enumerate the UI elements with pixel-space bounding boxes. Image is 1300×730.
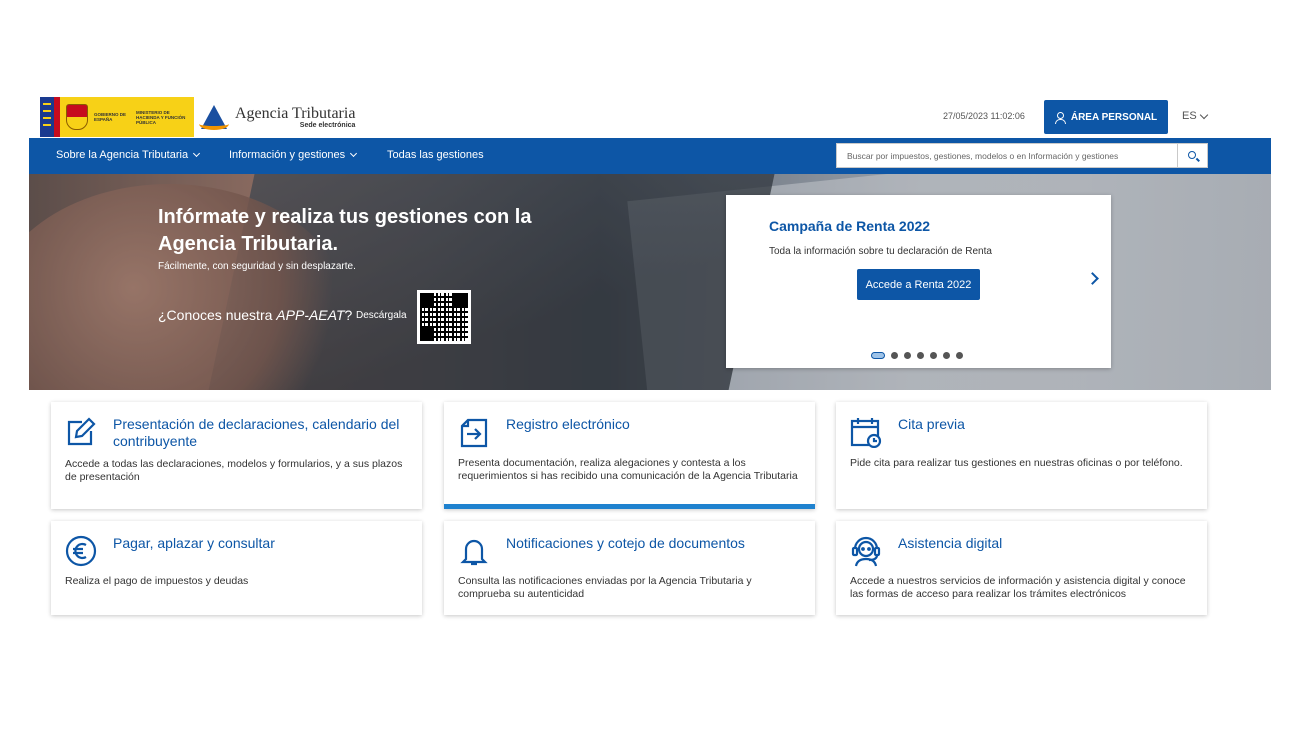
card-title: Asistencia digital [898, 535, 1003, 551]
card-title: Cita previa [898, 416, 965, 432]
language-label: ES [1182, 110, 1197, 122]
carousel-dot-2[interactable] [891, 352, 898, 359]
card-pagar[interactable]: Pagar, aplazar y consultar Realiza el pa… [51, 521, 422, 615]
coat-of-arms-icon [66, 104, 88, 130]
main-nav: Sobre la Agencia Tributaria Información … [29, 138, 1271, 174]
card-description: Accede a nuestros servicios de informaci… [850, 575, 1186, 600]
campaign-panel: Campaña de Renta 2022 Toda la informació… [726, 195, 1111, 368]
card-description: Consulta las notificaciones enviadas por… [458, 575, 752, 600]
ministry-label: MINISTERIO DE HACIENDA Y FUNCIÓN PÚBLICA [136, 109, 186, 125]
carousel-dot-6[interactable] [943, 352, 950, 359]
hero-title: Infórmate y realiza tus gestiones con la… [158, 206, 532, 255]
government-logo[interactable]: GOBIERNO DE ESPAÑA MINISTERIO DE HACIEND… [40, 97, 194, 137]
chevron-down-icon [350, 149, 358, 158]
area-personal-label: ÁREA PERSONAL [1070, 111, 1158, 123]
nav-item-sobre[interactable]: Sobre la Agencia Tributaria [56, 149, 201, 161]
brand-name: Agencia Tributaria [235, 104, 356, 122]
qr-code[interactable] [417, 290, 471, 344]
search-icon [1188, 151, 1196, 159]
card-asistencia[interactable]: Asistencia digital Accede a nuestros ser… [836, 521, 1207, 615]
app-name: APP-AEAT [276, 307, 345, 323]
card-title: Registro electrónico [506, 416, 630, 432]
search-box [836, 143, 1178, 168]
chevron-down-icon [1199, 110, 1208, 119]
chevron-down-icon [193, 149, 201, 158]
card-title: Pagar, aplazar y consultar [113, 535, 275, 551]
site-header: GOBIERNO DE ESPAÑA MINISTERIO DE HACIEND… [29, 95, 1271, 138]
carousel-indicators [871, 352, 963, 359]
card-cita[interactable]: Cita previa Pide cita para realizar tus … [836, 402, 1207, 509]
card-description: Presenta documentación, realiza alegacio… [458, 457, 798, 482]
language-selector[interactable]: ES [1182, 110, 1208, 122]
carousel-dot-1[interactable] [871, 352, 885, 359]
nav-item-label: Todas las gestiones [387, 149, 484, 161]
spain-flag-stripe [54, 97, 60, 137]
card-description: Pide cita para realizar tus gestiones en… [850, 457, 1183, 469]
campaign-text: Toda la información sobre tu declaración… [769, 246, 992, 257]
card-active-bar [444, 504, 815, 509]
aeat-logo-icon [199, 103, 231, 131]
carousel-dot-7[interactable] [956, 352, 963, 359]
card-declaraciones[interactable]: Presentación de declaraciones, calendari… [51, 402, 422, 509]
card-description: Accede a todas las declaraciones, modelo… [65, 458, 403, 483]
hero-banner: Infórmate y realiza tus gestiones con la… [29, 174, 1271, 390]
eu-flag-icon [40, 97, 54, 137]
bell-icon [460, 539, 488, 566]
nav-item-todas[interactable]: Todas las gestiones [387, 149, 484, 161]
user-icon [1054, 111, 1066, 124]
nav-item-informacion[interactable]: Información y gestiones [229, 149, 358, 161]
current-datetime: 27/05/2023 11:02:06 [943, 111, 1025, 121]
nav-item-label: Información y gestiones [229, 149, 346, 161]
app-question: ¿Conoces nuestra APP-AEAT? [158, 307, 352, 323]
brand-subtitle: Sede electrónica [299, 121, 356, 129]
edit-icon [67, 417, 96, 446]
card-notificaciones[interactable]: Notificaciones y cotejo de documentos Co… [444, 521, 815, 615]
download-label[interactable]: Descárgala [356, 310, 407, 321]
search-input[interactable] [837, 144, 1177, 167]
carousel-dot-4[interactable] [917, 352, 924, 359]
card-description: Realiza el pago de impuestos y deudas [65, 575, 249, 587]
qr-code-icon [420, 293, 468, 341]
renta-access-button[interactable]: Accede a Renta 2022 [857, 269, 980, 300]
campaign-title: Campaña de Renta 2022 [769, 218, 931, 234]
chevron-right-icon[interactable] [1086, 272, 1099, 285]
app-question-suffix: ? [344, 307, 353, 323]
area-personal-button[interactable]: ÁREA PERSONAL [1044, 100, 1168, 134]
card-title: Notificaciones y cotejo de documentos [506, 535, 745, 551]
headset-icon [851, 536, 881, 567]
card-registro[interactable]: Registro electrónico Presenta documentac… [444, 402, 815, 509]
register-icon [460, 418, 488, 448]
nav-item-label: Sobre la Agencia Tributaria [56, 149, 189, 161]
app-question-prefix: ¿Conoces nuestra [158, 307, 277, 323]
aeat-logo[interactable]: Agencia Tributaria Sede electrónica [199, 103, 355, 131]
hero-subtitle: Fácilmente, con seguridad y sin desplaza… [158, 261, 356, 272]
carousel-dot-3[interactable] [904, 352, 911, 359]
search-button[interactable] [1178, 143, 1208, 168]
euro-icon [65, 535, 97, 567]
card-title: Presentación de declaraciones, calendari… [113, 416, 400, 449]
government-label: GOBIERNO DE ESPAÑA [94, 112, 127, 122]
calendar-clock-icon [850, 418, 882, 448]
carousel-dot-5[interactable] [930, 352, 937, 359]
